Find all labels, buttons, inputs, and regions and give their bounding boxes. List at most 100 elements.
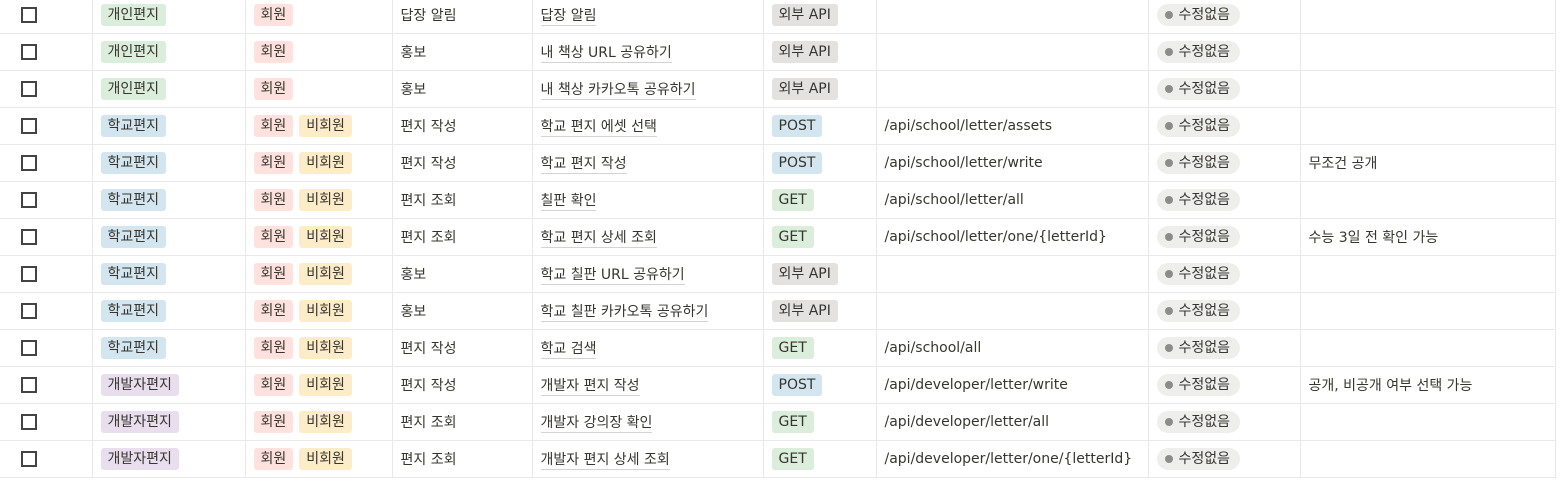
note-cell xyxy=(1300,440,1556,478)
status-dot-icon xyxy=(1164,455,1173,463)
row-checkbox[interactable] xyxy=(21,229,37,245)
row-checkbox[interactable] xyxy=(21,303,37,319)
status-dot-icon xyxy=(1164,418,1173,426)
status-badge: 수정없음 xyxy=(1156,78,1241,100)
api-name-link[interactable]: 학교 칠판 URL 공유하기 xyxy=(540,267,685,285)
status-dot-icon xyxy=(1164,159,1173,167)
user-tag: 비회원 xyxy=(299,189,352,211)
user-tag: 회원 xyxy=(253,152,294,174)
path-cell xyxy=(876,33,1149,71)
type-cell: 편지 조회 xyxy=(392,440,533,478)
row-checkbox[interactable] xyxy=(21,266,37,282)
name-cell[interactable]: 답장 알림 xyxy=(532,0,764,34)
user-tag: 회원 xyxy=(253,337,294,359)
method-tag: 외부 API xyxy=(771,78,838,100)
name-cell[interactable]: 학교 칠판 카카오톡 공유하기 xyxy=(532,292,764,330)
api-name-link[interactable]: 학교 편지 상세 조회 xyxy=(540,230,657,248)
api-name-link[interactable]: 내 책상 카카오톡 공유하기 xyxy=(540,82,696,100)
table-row: 개발자편지 회원 비회원 편지 조회 개발자 강의장 확인 GET /api/de… xyxy=(0,403,1556,441)
row-checkbox[interactable] xyxy=(21,192,37,208)
category-tag: 학교편지 xyxy=(100,152,167,174)
user-tag: 회원 xyxy=(253,78,294,100)
api-name-link[interactable]: 개발자 편지 작성 xyxy=(540,378,640,396)
table-row: 학교편지 회원 비회원 편지 작성 학교 편지 작성 POST /api/scho… xyxy=(0,144,1556,182)
user-tag: 비회원 xyxy=(299,411,352,433)
category-tag: 학교편지 xyxy=(100,189,167,211)
table-row: 학교편지 회원 비회원 편지 작성 학교 편지 에셋 선택 POST /api/s… xyxy=(0,107,1556,145)
status-badge: 수정없음 xyxy=(1156,4,1241,26)
note-cell xyxy=(1300,0,1556,34)
row-checkbox[interactable] xyxy=(21,377,37,393)
status-dot-icon xyxy=(1164,48,1173,56)
table-row: 개인편지 회원 홍보 내 책상 URL 공유하기 외부 API 수정없음 xyxy=(0,33,1556,71)
status-text: 수정없음 xyxy=(1178,7,1231,23)
api-name-link[interactable]: 학교 검색 xyxy=(540,341,597,359)
row-checkbox[interactable] xyxy=(21,451,37,467)
user-tag: 회원 xyxy=(253,263,294,285)
row-checkbox[interactable] xyxy=(21,81,37,97)
name-cell[interactable]: 학교 칠판 URL 공유하기 xyxy=(532,255,764,293)
status-dot-icon xyxy=(1164,85,1173,93)
name-cell[interactable]: 내 책상 카카오톡 공유하기 xyxy=(532,70,764,108)
api-name-link[interactable]: 내 책상 URL 공유하기 xyxy=(540,45,672,63)
row-checkbox[interactable] xyxy=(21,414,37,430)
category-tag: 개인편지 xyxy=(100,41,167,63)
method-tag: 외부 API xyxy=(771,41,838,63)
user-tag: 회원 xyxy=(253,411,294,433)
type-cell: 답장 알림 xyxy=(392,0,533,34)
method-tag: POST xyxy=(771,115,823,137)
category-tag: 학교편지 xyxy=(100,337,167,359)
api-name-link[interactable]: 칠판 확인 xyxy=(540,193,597,211)
name-cell[interactable]: 개발자 강의장 확인 xyxy=(532,403,764,441)
path-cell: /api/developer/letter/write xyxy=(876,366,1149,404)
name-cell[interactable]: 내 책상 URL 공유하기 xyxy=(532,33,764,71)
status-text: 수정없음 xyxy=(1178,81,1231,97)
type-cell: 홍보 xyxy=(392,70,533,108)
category-tag: 개발자편지 xyxy=(100,448,179,470)
note-cell xyxy=(1300,181,1556,219)
category-tag: 개발자편지 xyxy=(100,411,179,433)
method-tag: 외부 API xyxy=(771,300,838,322)
status-text: 수정없음 xyxy=(1178,229,1231,245)
user-tag: 비회원 xyxy=(299,115,352,137)
row-checkbox[interactable] xyxy=(21,44,37,60)
api-name-link[interactable]: 학교 편지 작성 xyxy=(540,156,627,174)
api-name-link[interactable]: 개발자 편지 상세 조회 xyxy=(540,452,670,470)
status-text: 수정없음 xyxy=(1178,340,1231,356)
user-tag: 비회원 xyxy=(299,152,352,174)
type-cell: 편지 작성 xyxy=(392,366,533,404)
name-cell[interactable]: 학교 편지 상세 조회 xyxy=(532,218,764,256)
api-name-link[interactable]: 학교 편지 에셋 선택 xyxy=(540,119,657,137)
user-tag: 비회원 xyxy=(299,448,352,470)
method-tag: 외부 API xyxy=(771,263,838,285)
method-tag: 외부 API xyxy=(771,4,838,26)
name-cell[interactable]: 학교 편지 작성 xyxy=(532,144,764,182)
status-dot-icon xyxy=(1164,233,1173,241)
type-cell: 편지 작성 xyxy=(392,144,533,182)
api-name-link[interactable]: 답장 알림 xyxy=(540,8,597,26)
type-cell: 편지 조회 xyxy=(392,181,533,219)
category-tag: 학교편지 xyxy=(100,263,167,285)
status-text: 수정없음 xyxy=(1178,266,1231,282)
name-cell[interactable]: 개발자 편지 작성 xyxy=(532,366,764,404)
name-cell[interactable]: 학교 검색 xyxy=(532,329,764,367)
api-name-link[interactable]: 개발자 강의장 확인 xyxy=(540,415,653,433)
row-checkbox[interactable] xyxy=(21,118,37,134)
user-tag: 회원 xyxy=(253,226,294,248)
name-cell[interactable]: 학교 편지 에셋 선택 xyxy=(532,107,764,145)
status-badge: 수정없음 xyxy=(1156,337,1241,359)
category-tag: 개발자편지 xyxy=(100,374,179,396)
note-cell xyxy=(1300,403,1556,441)
method-tag: POST xyxy=(771,152,823,174)
table-row: 학교편지 회원 비회원 편지 작성 학교 검색 GET /api/school/a… xyxy=(0,329,1556,367)
row-checkbox[interactable] xyxy=(21,155,37,171)
status-dot-icon xyxy=(1164,270,1173,278)
type-cell: 편지 작성 xyxy=(392,329,533,367)
row-checkbox[interactable] xyxy=(21,340,37,356)
name-cell[interactable]: 개발자 편지 상세 조회 xyxy=(532,440,764,478)
category-tag: 개인편지 xyxy=(100,4,167,26)
api-name-link[interactable]: 학교 칠판 카카오톡 공유하기 xyxy=(540,304,709,322)
name-cell[interactable]: 칠판 확인 xyxy=(532,181,764,219)
table-row: 학교편지 회원 비회원 편지 조회 학교 편지 상세 조회 GET /api/sc… xyxy=(0,218,1556,256)
row-checkbox[interactable] xyxy=(21,7,37,23)
